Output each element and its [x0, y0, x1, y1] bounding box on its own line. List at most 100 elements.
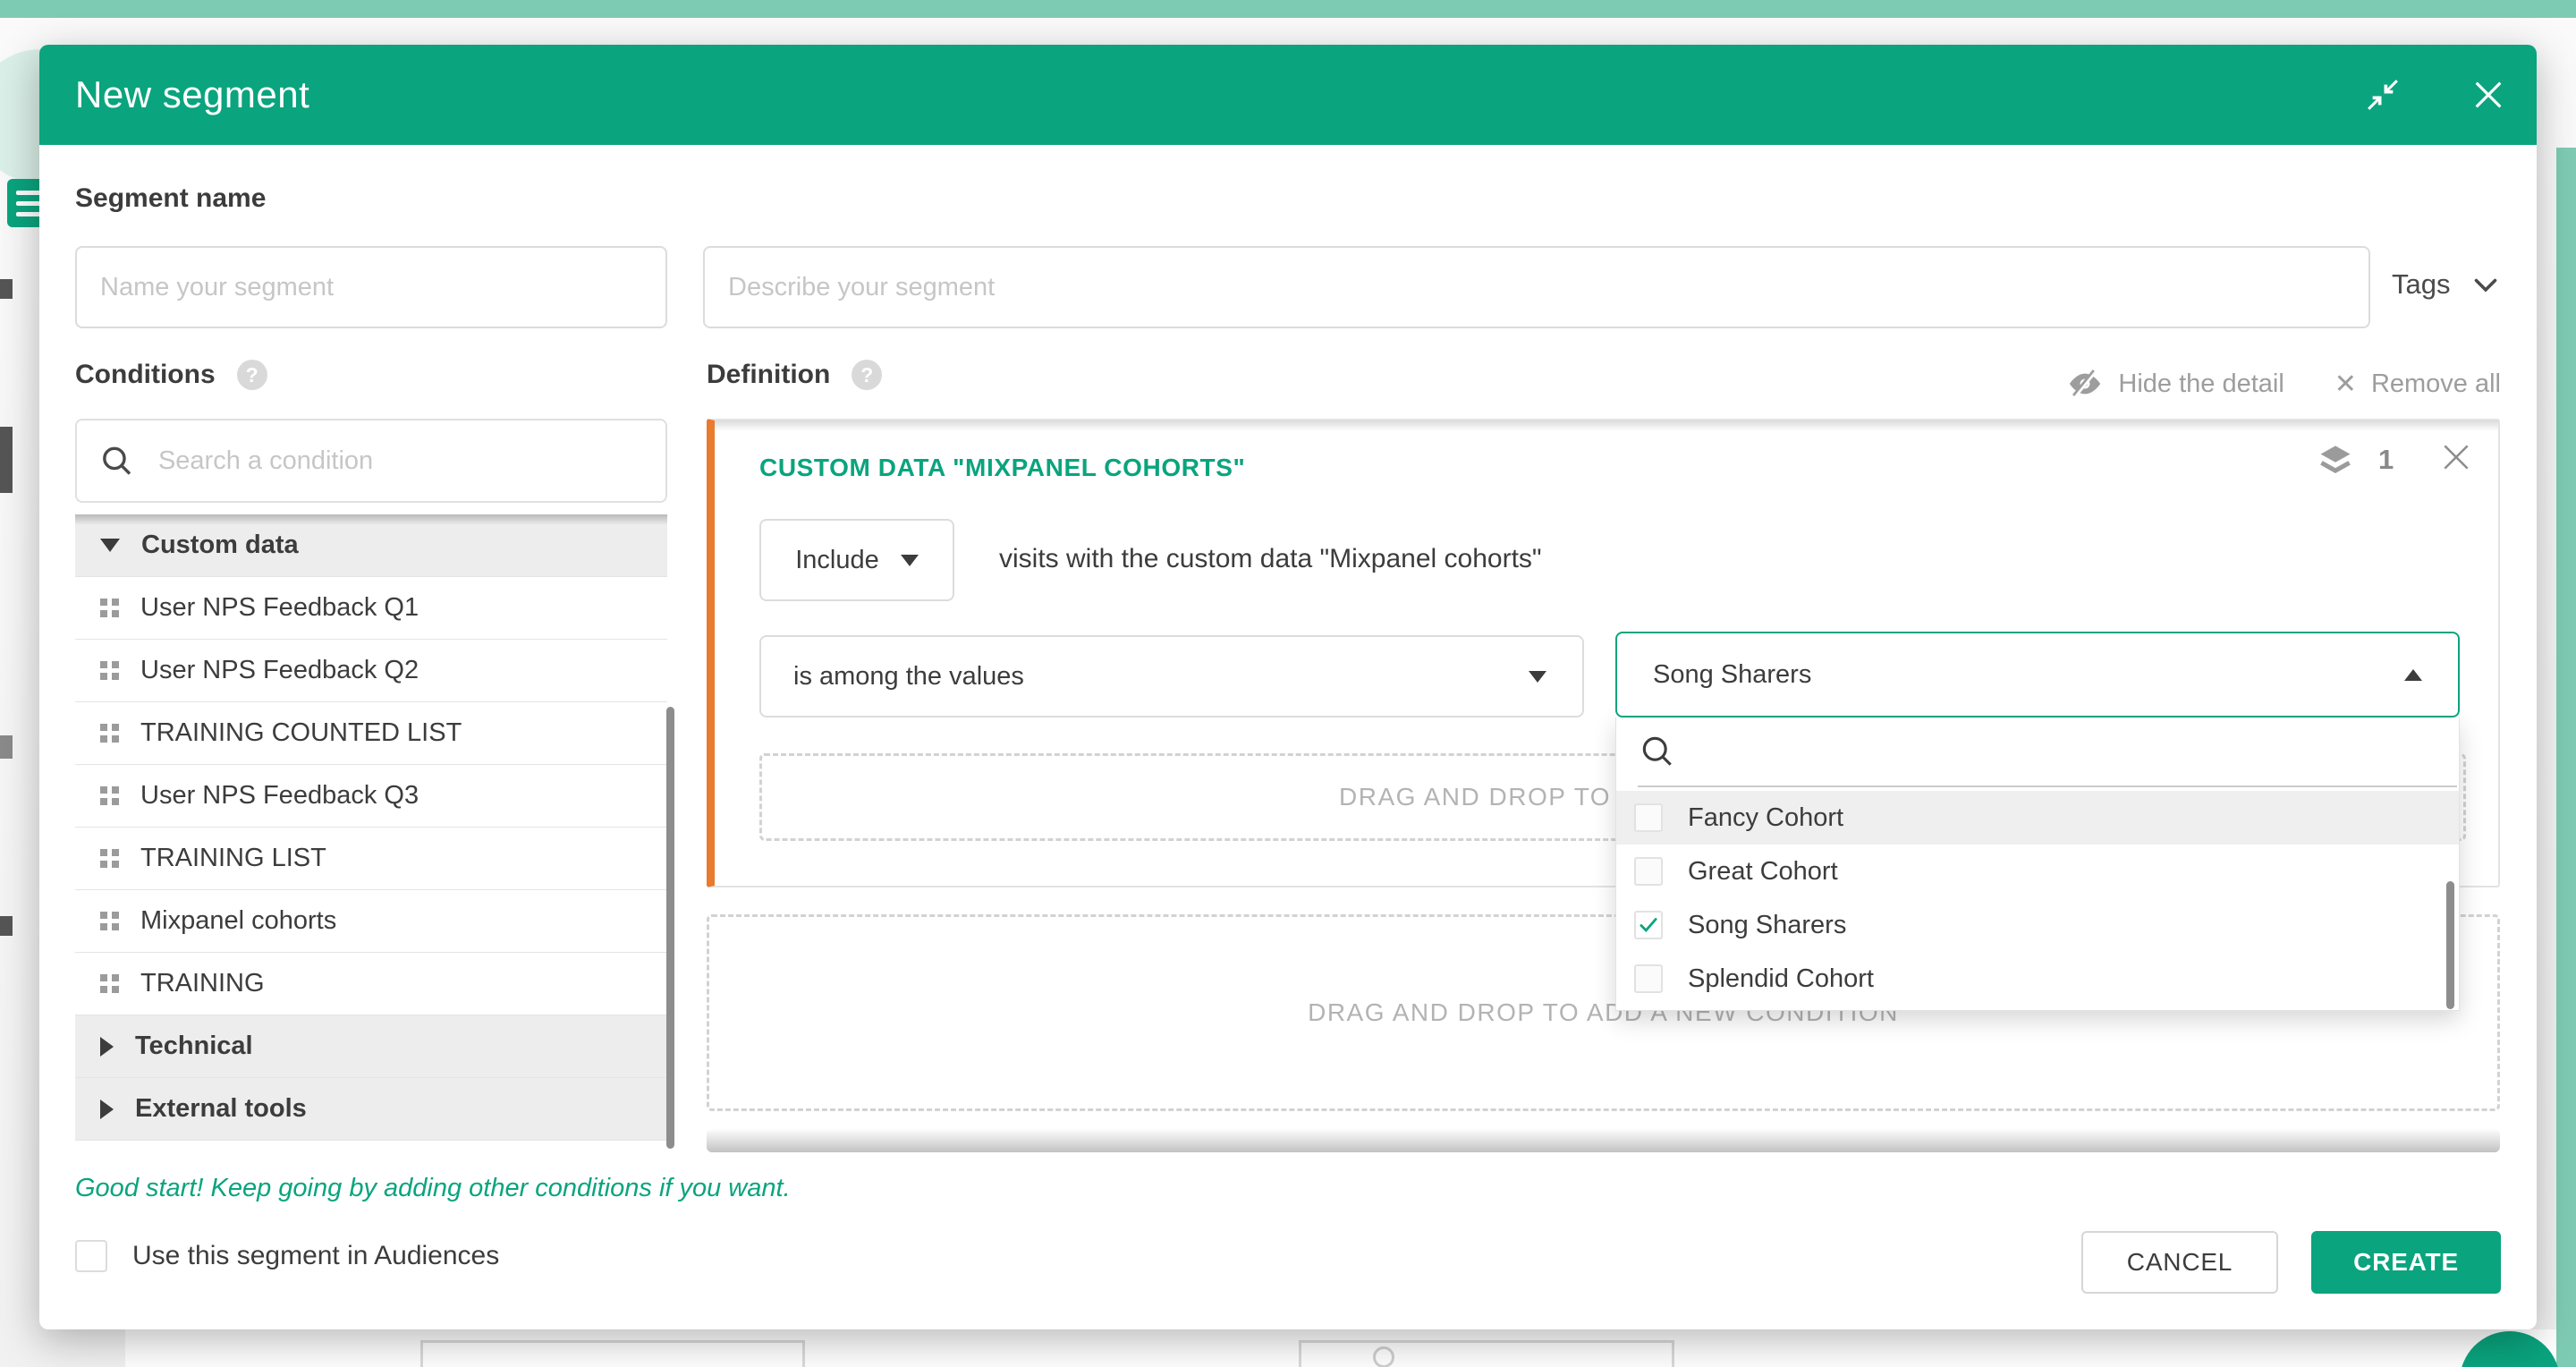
dropdown-option-label: Fancy Cohort — [1688, 803, 1843, 833]
condition-item-row[interactable]: User NPS Feedback Q2 — [75, 640, 667, 702]
dropdown-option-label: Song Sharers — [1688, 911, 1846, 940]
close-icon[interactable] — [2470, 77, 2506, 113]
caret-down-icon — [100, 539, 120, 552]
condition-label: User NPS Feedback Q1 — [140, 593, 419, 623]
layers-count: 1 — [2378, 444, 2394, 476]
drag-handle-icon[interactable] — [100, 912, 119, 930]
encouragement-hint: Good start! Keep going by adding other c… — [75, 1174, 791, 1203]
audiences-label: Use this segment in Audiences — [132, 1241, 499, 1271]
drag-handle-icon[interactable] — [100, 724, 119, 743]
segment-name-input[interactable] — [75, 246, 667, 328]
search-icon[interactable] — [1638, 732, 1677, 771]
sidebar-fragment — [0, 916, 13, 936]
condition-group-row[interactable]: Technical — [75, 1015, 667, 1078]
caret-down-icon — [1529, 671, 1546, 683]
drag-handle-icon[interactable] — [100, 599, 119, 617]
create-button[interactable]: CREATE — [2311, 1231, 2501, 1294]
condition-item-row[interactable]: TRAINING COUNTED LIST — [75, 702, 667, 765]
dropdown-option[interactable]: Fancy Cohort — [1616, 791, 2459, 845]
condition-sentence: visits with the custom data "Mixpanel co… — [999, 544, 1542, 574]
condition-label: External tools — [135, 1094, 307, 1124]
definition-help-icon[interactable]: ? — [852, 360, 882, 390]
hide-detail-button[interactable]: Hide the detail — [2066, 365, 2284, 403]
sidebar-fragment — [0, 279, 13, 299]
drag-handle-icon[interactable] — [100, 974, 119, 993]
modal-title: New segment — [75, 73, 309, 116]
condition-item-row[interactable]: Mixpanel cohorts — [75, 890, 667, 953]
condition-label: Technical — [135, 1032, 253, 1061]
remove-all-button[interactable]: ✕ Remove all — [2334, 369, 2501, 400]
hide-detail-label: Hide the detail — [2118, 369, 2284, 399]
condition-close-icon[interactable] — [2439, 440, 2473, 474]
checkbox-checked-icon[interactable] — [1634, 911, 1663, 939]
value-selected: Song Sharers — [1653, 660, 1811, 690]
operator-value: is among the values — [793, 662, 1024, 692]
condition-item-row[interactable]: TRAINING — [75, 953, 667, 1015]
condition-item-row[interactable]: User NPS Feedback Q3 — [75, 765, 667, 828]
condition-group-row[interactable]: Custom data — [75, 514, 667, 577]
value-combobox[interactable]: Song Sharers — [1615, 632, 2460, 717]
condition-label: Mixpanel cohorts — [140, 906, 336, 936]
condition-item-row[interactable]: User NPS Feedback Q1 — [75, 577, 667, 640]
search-icon — [98, 440, 135, 481]
drag-handle-icon[interactable] — [100, 661, 119, 680]
conditions-list: Custom data User NPS Feedback Q1 User NPS … — [75, 514, 667, 1151]
dropdown-option[interactable]: Great Cohort — [1616, 845, 2459, 898]
layers-icon — [2316, 440, 2355, 480]
caret-up-icon — [2404, 669, 2422, 681]
screen: New segment Segment name Tags Conditions… — [0, 0, 2576, 1367]
condition-search — [75, 419, 667, 503]
condition-label: Custom data — [141, 531, 299, 560]
caret-down-icon — [901, 555, 919, 566]
operator-dropdown[interactable]: is among the values — [759, 635, 1584, 717]
drag-handle-icon[interactable] — [100, 786, 119, 805]
caret-right-icon — [100, 1100, 114, 1119]
dropdown-option-label: Splendid Cohort — [1688, 964, 1874, 994]
page-behind-box — [1299, 1340, 1674, 1367]
include-label: Include — [795, 546, 879, 575]
app-right-bar — [2556, 148, 2576, 1367]
dropdown-divider — [1638, 785, 2457, 787]
remove-all-label: Remove all — [2371, 369, 2501, 399]
condition-search-input[interactable] — [158, 446, 644, 476]
page-behind-box — [420, 1340, 805, 1367]
audiences-checkbox[interactable] — [75, 1240, 107, 1272]
condition-group-row[interactable]: External tools — [75, 1078, 667, 1141]
remove-all-x-icon: ✕ — [2334, 369, 2357, 400]
condition-card-title: CUSTOM DATA "MIXPANEL COHORTS" — [759, 454, 1245, 482]
tags-label: Tags — [2392, 268, 2450, 301]
new-segment-modal: New segment Segment name Tags Conditions… — [39, 45, 2537, 1329]
chevron-down-icon — [2470, 268, 2502, 301]
condition-label: User NPS Feedback Q3 — [140, 781, 419, 811]
condition-label: User NPS Feedback Q2 — [140, 656, 419, 685]
segment-name-label: Segment name — [75, 183, 266, 214]
condition-label: TRAINING COUNTED LIST — [140, 718, 462, 748]
sidebar-fragment — [0, 427, 13, 493]
cancel-button[interactable]: CANCEL — [2081, 1231, 2278, 1294]
dropdown-option[interactable]: Song Sharers — [1616, 898, 2459, 952]
definition-label: Definition — [707, 360, 830, 390]
condition-item-row[interactable]: TRAINING LIST — [75, 828, 667, 890]
page-behind-radio — [1373, 1346, 1394, 1367]
conditions-help-icon[interactable]: ? — [237, 360, 267, 390]
include-dropdown[interactable]: Include — [759, 519, 954, 601]
checkbox-icon[interactable] — [1634, 803, 1663, 832]
eye-off-icon — [2066, 365, 2104, 403]
definition-horizontal-scrollbar[interactable] — [707, 1129, 2500, 1152]
conditions-scrollbar[interactable] — [666, 707, 674, 1149]
conditions-label: Conditions — [75, 360, 216, 390]
dropdown-option-label: Great Cohort — [1688, 857, 1838, 887]
modal-header: New segment — [39, 45, 2537, 145]
checkbox-icon[interactable] — [1634, 857, 1663, 886]
segment-description-input[interactable] — [703, 246, 2370, 328]
value-dropdown-panel: Fancy Cohort Great Cohort Song Sharers Sple… — [1615, 717, 2460, 1011]
caret-right-icon — [100, 1037, 114, 1057]
dropdown-scrollbar[interactable] — [2446, 881, 2454, 1009]
app-top-bar — [0, 0, 2576, 18]
dropdown-option[interactable]: Splendid Cohort — [1616, 952, 2459, 1006]
dropdown-options: Fancy Cohort Great Cohort Song Sharers Sple… — [1616, 791, 2459, 1006]
collapse-icon[interactable] — [2365, 77, 2401, 113]
tags-dropdown[interactable]: Tags — [2392, 268, 2502, 301]
drag-handle-icon[interactable] — [100, 849, 119, 868]
checkbox-icon[interactable] — [1634, 964, 1663, 993]
